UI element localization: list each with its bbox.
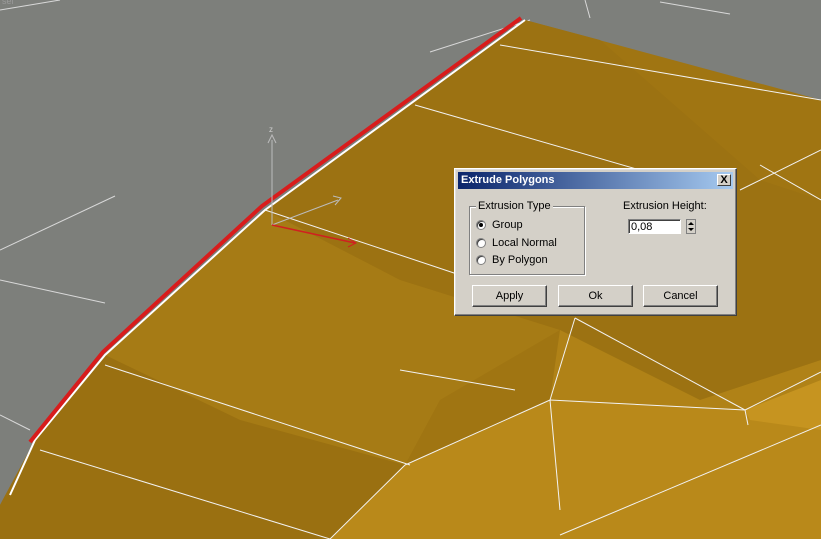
- extrusion-type-label: Extrusion Type: [476, 200, 553, 212]
- spinner-down-icon[interactable]: [688, 228, 694, 231]
- radio-button-by-polygon[interactable]: [476, 255, 486, 265]
- radio-button-group[interactable]: [476, 220, 486, 230]
- radio-option-group[interactable]: Group: [476, 218, 523, 232]
- extrusion-height-label: Extrusion Height:: [623, 200, 707, 212]
- dialog-title: Extrude Polygons: [461, 174, 555, 186]
- dialog-titlebar[interactable]: Extrude Polygons X: [458, 172, 733, 189]
- radio-button-local-normal[interactable]: [476, 238, 486, 248]
- radio-option-local-normal[interactable]: Local Normal: [476, 236, 557, 250]
- radio-label-local-normal: Local Normal: [492, 237, 557, 249]
- z-axis-label: z: [269, 125, 273, 134]
- close-icon: X: [720, 174, 728, 186]
- radio-label-by-polygon: By Polygon: [492, 254, 548, 266]
- radio-label-group: Group: [492, 219, 523, 231]
- extrusion-height-spinner[interactable]: [686, 219, 696, 234]
- extrusion-type-group: Extrusion Type Group Local Normal By Pol…: [469, 200, 585, 275]
- cancel-button[interactable]: Cancel: [643, 285, 718, 307]
- apply-button[interactable]: Apply: [472, 285, 547, 307]
- ok-button[interactable]: Ok: [558, 285, 633, 307]
- extrusion-height-input[interactable]: 0,08: [628, 219, 681, 234]
- close-button[interactable]: X: [717, 174, 731, 186]
- extrude-polygons-dialog: Extrude Polygons X Extrusion Type Group …: [454, 168, 737, 316]
- spinner-up-icon[interactable]: [688, 222, 694, 225]
- radio-option-by-polygon[interactable]: By Polygon: [476, 253, 548, 267]
- viewport-corner-label: sel: [2, 0, 14, 6]
